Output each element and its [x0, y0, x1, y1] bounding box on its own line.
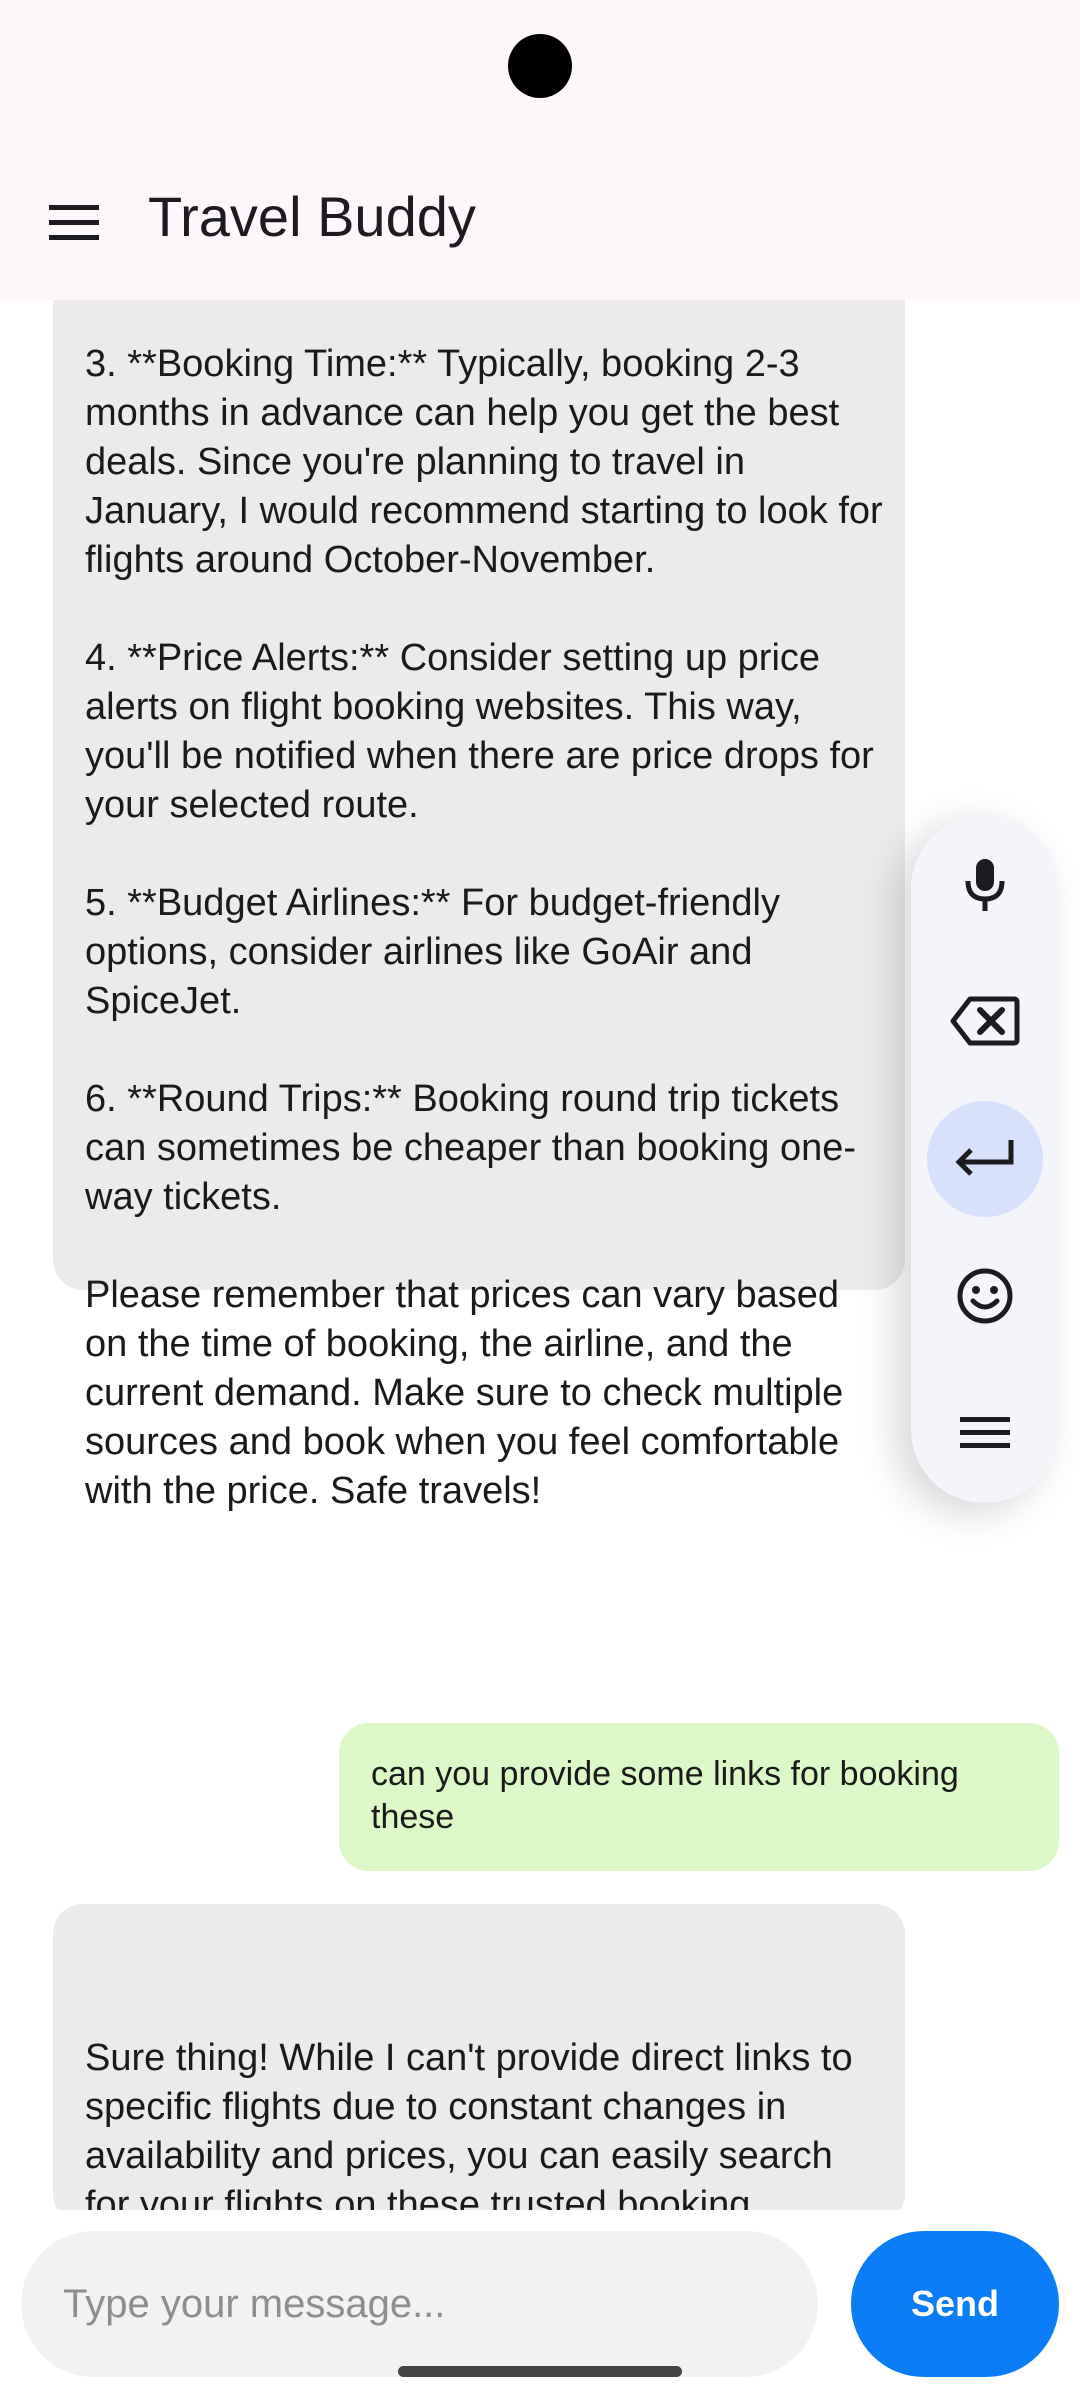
floating-keyboard-toolbar	[911, 815, 1058, 1503]
backspace-button[interactable]	[927, 963, 1043, 1079]
enter-button[interactable]	[927, 1101, 1043, 1217]
bot-message-bubble: Sure thing! While I can't provide direct…	[53, 1904, 905, 2210]
gesture-navigation-bar[interactable]	[398, 2366, 682, 2377]
enter-icon	[955, 1140, 1014, 1176]
camera-cutout	[508, 34, 572, 98]
bot-message-text: India, GoAir, IndiGo, and SpiceJet. 3. *…	[85, 343, 883, 1512]
status-bar	[0, 0, 1080, 135]
emoji-button[interactable]	[927, 1238, 1043, 1354]
message-input[interactable]	[21, 2231, 818, 2377]
menu-button[interactable]	[927, 1375, 1043, 1491]
user-message-text: can you provide some links for booking t…	[371, 1755, 959, 1836]
app-bar: Travel Buddy	[0, 135, 1080, 300]
emoji-icon	[957, 1268, 1013, 1324]
bot-message-bubble: India, GoAir, IndiGo, and SpiceJet. 3. *…	[53, 300, 905, 1512]
user-message-bubble: can you provide some links for booking t…	[339, 1723, 1059, 1871]
bot-message-text: Sure thing! While I can't provide direct…	[85, 2037, 853, 2210]
backspace-icon	[950, 996, 1020, 1046]
send-button[interactable]: Send	[851, 2231, 1059, 2377]
hamburger-menu-button[interactable]	[42, 190, 106, 254]
menu-icon	[960, 1417, 1010, 1448]
mic-icon	[965, 859, 1005, 911]
hamburger-menu-icon	[49, 205, 99, 240]
app-title: Travel Buddy	[148, 185, 476, 248]
mic-button[interactable]	[927, 827, 1043, 943]
